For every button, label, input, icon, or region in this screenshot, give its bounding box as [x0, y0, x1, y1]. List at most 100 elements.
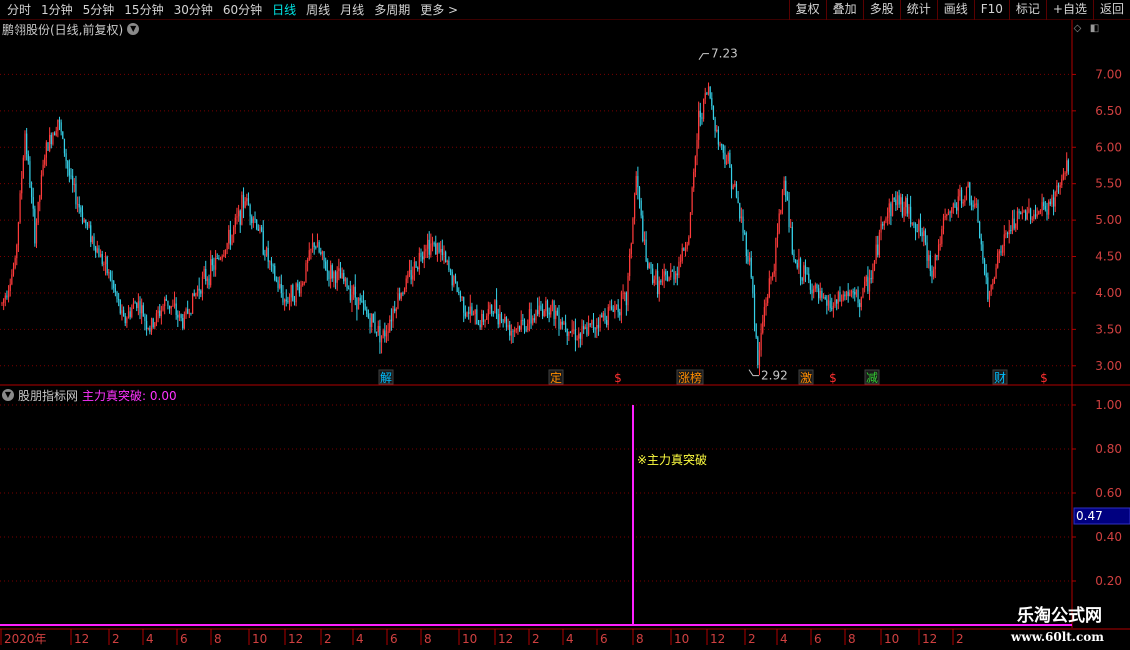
toolbar-button[interactable]: 标记 — [1008, 0, 1046, 20]
candle-body — [997, 253, 999, 268]
candle-body — [1000, 251, 1002, 253]
candle-body — [142, 305, 144, 317]
candle-body — [532, 318, 534, 324]
chevron-down-icon[interactable]: ▼ — [127, 23, 140, 35]
stock-title[interactable]: 鹏翎股份(日线,前复权) — [2, 21, 123, 38]
candle-body — [1062, 173, 1065, 179]
candle-body — [541, 309, 544, 316]
candle-body — [157, 310, 159, 314]
candle-body — [773, 270, 775, 274]
candle-body — [362, 300, 365, 304]
candle-body — [739, 202, 741, 219]
candle-body — [740, 216, 742, 219]
candle-body — [645, 239, 647, 262]
candle-body — [850, 291, 853, 293]
candle-body — [660, 280, 662, 283]
candle-body — [753, 293, 756, 324]
candle-body — [906, 197, 908, 214]
candle-body — [591, 320, 593, 325]
candle-body — [951, 208, 953, 213]
candle-body — [671, 270, 673, 272]
candle-body — [257, 228, 259, 231]
x-tick-label: 12 — [498, 632, 513, 646]
candle-body — [862, 288, 864, 298]
toolbar-button[interactable]: 复权 — [788, 0, 826, 20]
candle-body — [735, 183, 738, 198]
period-tab[interactable]: 多周期 — [369, 2, 415, 18]
panel-toggle-icon[interactable]: ◧ — [1089, 23, 1100, 34]
toolbar-button[interactable]: F10 — [973, 0, 1009, 20]
candle-body — [772, 273, 774, 278]
candle-body — [91, 236, 93, 243]
toolbar-button[interactable]: 返回 — [1092, 0, 1130, 20]
candle-body — [880, 224, 882, 233]
toolbar-button[interactable]: 多股 — [862, 0, 900, 20]
candle-body — [366, 309, 368, 314]
period-tab[interactable]: 周线 — [301, 2, 335, 18]
candle-body — [604, 313, 606, 321]
candle-body — [648, 263, 650, 269]
candle-body — [791, 226, 793, 254]
candle-body — [264, 254, 266, 256]
candle-body — [745, 233, 747, 257]
period-tab[interactable]: 月线 — [335, 2, 369, 18]
candle-body — [162, 306, 164, 311]
candle-body — [737, 197, 739, 203]
period-tab[interactable]: 5分钟 — [78, 2, 120, 18]
candle-body — [801, 278, 803, 281]
candle-body — [752, 277, 754, 294]
candle-body — [1008, 229, 1010, 235]
candle-body — [238, 210, 240, 217]
candle-body — [385, 332, 388, 337]
candle-body — [857, 289, 859, 303]
candle-body — [302, 283, 304, 286]
candle-body — [699, 110, 701, 118]
candle-body — [988, 291, 991, 300]
candle-body — [295, 283, 297, 303]
candle-body — [479, 324, 481, 328]
toolbar-button[interactable]: 叠加 — [825, 0, 863, 20]
event-marker: $ — [1040, 371, 1048, 385]
candle-body — [533, 318, 535, 321]
toolbar-button[interactable]: 画线 — [936, 0, 974, 20]
period-tab[interactable]: 分时 — [2, 2, 36, 18]
candle-body — [888, 203, 890, 213]
chart-canvas[interactable]: 7.00 6.50 6.00 5.50 5.00 4.50 4.00 3.50 3.00 1.00… — [0, 0, 1130, 650]
period-tab[interactable]: 15分钟 — [119, 2, 168, 18]
toolbar-button[interactable]: 统计 — [899, 0, 937, 20]
period-tab[interactable]: 更多 > — [415, 2, 463, 18]
period-tab[interactable]: 1分钟 — [36, 2, 78, 18]
diamond-icon[interactable]: ◇ — [1072, 23, 1083, 34]
candle-body — [81, 212, 84, 223]
toolbar-button[interactable]: +自选 — [1045, 0, 1093, 20]
candle-body — [37, 201, 39, 223]
period-tab[interactable]: 日线 — [267, 2, 301, 18]
event-marker-box — [676, 369, 704, 385]
chevron-down-icon[interactable]: ▼ — [2, 389, 14, 401]
candle-body — [438, 242, 440, 253]
event-marker: 解 — [380, 371, 392, 385]
indicator-name[interactable]: 股朋指标网 — [18, 387, 78, 404]
candle-body — [936, 255, 938, 257]
candle-body — [622, 292, 624, 294]
candle-body — [970, 202, 973, 205]
candle-body — [279, 284, 281, 288]
candle-body — [1057, 185, 1060, 188]
candle-body — [816, 284, 818, 289]
candle-body — [405, 278, 407, 290]
candle-body — [584, 327, 586, 330]
period-tab[interactable]: 60分钟 — [218, 2, 267, 18]
candle-body — [124, 316, 126, 324]
candle-body — [39, 195, 41, 202]
candle-body — [914, 224, 917, 232]
y-tick-label: 7.00 — [1095, 67, 1122, 81]
candle-body — [468, 312, 470, 314]
candle-body — [1015, 223, 1017, 229]
candle-body — [210, 259, 212, 286]
candle-body — [307, 259, 309, 264]
candle-body — [668, 277, 670, 282]
candle-body — [694, 156, 696, 173]
candle-body — [228, 229, 230, 244]
candle-body — [578, 333, 580, 339]
period-tab[interactable]: 30分钟 — [169, 2, 218, 18]
